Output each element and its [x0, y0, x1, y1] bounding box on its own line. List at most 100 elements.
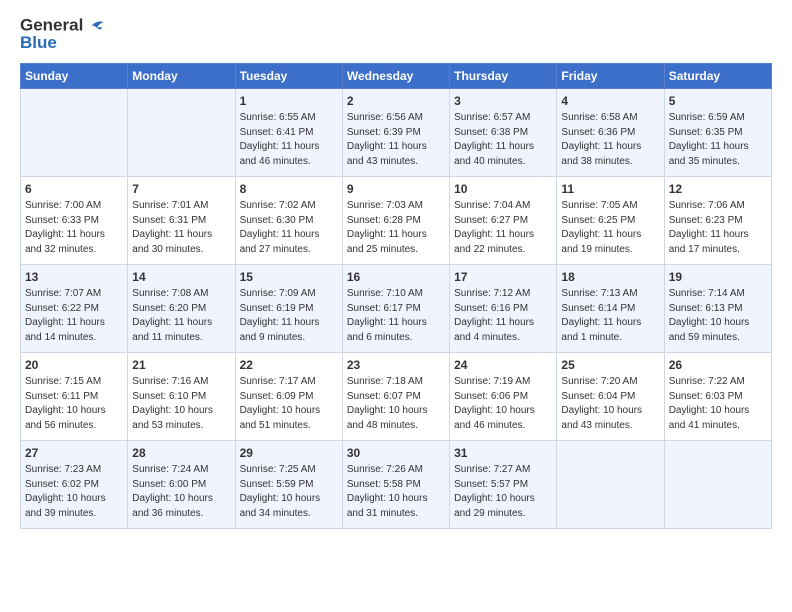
cell-info-line: Sunrise: 7:16 AM [132, 375, 230, 390]
day-number: 13 [25, 269, 123, 286]
day-number: 18 [561, 269, 659, 286]
cell-info-line: Sunset: 6:02 PM [25, 478, 123, 493]
cell-info-line: Daylight: 11 hours and 43 minutes. [347, 140, 445, 169]
calendar-cell: 30Sunrise: 7:26 AMSunset: 5:58 PMDayligh… [342, 440, 449, 528]
cell-info-line: Sunset: 6:30 PM [240, 214, 338, 229]
calendar-cell: 21Sunrise: 7:16 AMSunset: 6:10 PMDayligh… [128, 352, 235, 440]
calendar-cell: 26Sunrise: 7:22 AMSunset: 6:03 PMDayligh… [664, 352, 771, 440]
cell-info-line: Sunset: 6:17 PM [347, 302, 445, 317]
cell-info-line: Daylight: 10 hours and 53 minutes. [132, 404, 230, 433]
weekday-header-sunday: Sunday [21, 63, 128, 88]
cell-info-line: Daylight: 11 hours and 14 minutes. [25, 316, 123, 345]
cell-info-line: Sunset: 6:13 PM [669, 302, 767, 317]
day-number: 12 [669, 181, 767, 198]
calendar-cell: 7Sunrise: 7:01 AMSunset: 6:31 PMDaylight… [128, 176, 235, 264]
calendar-cell: 13Sunrise: 7:07 AMSunset: 6:22 PMDayligh… [21, 264, 128, 352]
day-number: 3 [454, 93, 552, 110]
cell-info-line: Daylight: 11 hours and 32 minutes. [25, 228, 123, 257]
day-number: 31 [454, 445, 552, 462]
calendar-cell: 9Sunrise: 7:03 AMSunset: 6:28 PMDaylight… [342, 176, 449, 264]
day-number: 10 [454, 181, 552, 198]
day-number: 24 [454, 357, 552, 374]
day-number: 26 [669, 357, 767, 374]
calendar-cell: 3Sunrise: 6:57 AMSunset: 6:38 PMDaylight… [450, 88, 557, 176]
weekday-header-monday: Monday [128, 63, 235, 88]
cell-info-line: Sunset: 6:41 PM [240, 126, 338, 141]
cell-info-line: Daylight: 11 hours and 40 minutes. [454, 140, 552, 169]
cell-info-line: Sunrise: 6:55 AM [240, 111, 338, 126]
header: General Blue [20, 16, 772, 53]
cell-info-line: Sunrise: 7:14 AM [669, 287, 767, 302]
cell-info-line: Sunrise: 7:23 AM [25, 463, 123, 478]
cell-info-line: Sunset: 6:00 PM [132, 478, 230, 493]
day-number: 6 [25, 181, 123, 198]
cell-info-line: Daylight: 10 hours and 48 minutes. [347, 404, 445, 433]
day-number: 2 [347, 93, 445, 110]
cell-info-line: Daylight: 11 hours and 11 minutes. [132, 316, 230, 345]
day-number: 29 [240, 445, 338, 462]
cell-info-line: Sunrise: 7:25 AM [240, 463, 338, 478]
calendar-cell: 6Sunrise: 7:00 AMSunset: 6:33 PMDaylight… [21, 176, 128, 264]
cell-info-line: Sunset: 6:06 PM [454, 390, 552, 405]
day-number: 20 [25, 357, 123, 374]
cell-info-line: Sunset: 6:07 PM [347, 390, 445, 405]
weekday-header-saturday: Saturday [664, 63, 771, 88]
cell-info-line: Sunset: 5:59 PM [240, 478, 338, 493]
cell-info-line: Sunrise: 7:02 AM [240, 199, 338, 214]
cell-info-line: Daylight: 11 hours and 27 minutes. [240, 228, 338, 257]
cell-info-line: Daylight: 11 hours and 35 minutes. [669, 140, 767, 169]
day-number: 27 [25, 445, 123, 462]
calendar-cell [664, 440, 771, 528]
calendar-week-1: 1Sunrise: 6:55 AMSunset: 6:41 PM Daylight… [21, 88, 772, 176]
calendar-cell: 31Sunrise: 7:27 AMSunset: 5:57 PMDayligh… [450, 440, 557, 528]
cell-info-line: Daylight: 11 hours and 30 minutes. [132, 228, 230, 257]
calendar-cell [128, 88, 235, 176]
calendar-header: SundayMondayTuesdayWednesdayThursdayFrid… [21, 63, 772, 88]
calendar-cell: 8Sunrise: 7:02 AMSunset: 6:30 PMDaylight… [235, 176, 342, 264]
cell-info-line: Sunset: 6:10 PM [132, 390, 230, 405]
calendar-cell: 19Sunrise: 7:14 AMSunset: 6:13 PMDayligh… [664, 264, 771, 352]
cell-info-line: Sunset: 6:20 PM [132, 302, 230, 317]
cell-info-line: Sunrise: 7:04 AM [454, 199, 552, 214]
cell-info-line: Sunrise: 7:18 AM [347, 375, 445, 390]
cell-info-line: Sunset: 6:35 PM [669, 126, 767, 141]
day-number: 22 [240, 357, 338, 374]
cell-info-line: Sunrise: 7:07 AM [25, 287, 123, 302]
day-number: 5 [669, 93, 767, 110]
cell-info-line: Sunrise: 7:15 AM [25, 375, 123, 390]
weekday-header-thursday: Thursday [450, 63, 557, 88]
cell-info-line: Sunset: 6:22 PM [25, 302, 123, 317]
cell-info-line: Sunrise: 7:10 AM [347, 287, 445, 302]
cell-info-line: Daylight: 10 hours and 43 minutes. [561, 404, 659, 433]
day-number: 1 [240, 93, 338, 110]
cell-info-line: Daylight: 10 hours and 29 minutes. [454, 492, 552, 521]
day-number: 11 [561, 181, 659, 198]
cell-info-line: Sunrise: 7:08 AM [132, 287, 230, 302]
day-number: 23 [347, 357, 445, 374]
cell-info-line: Sunrise: 7:06 AM [669, 199, 767, 214]
cell-info-line: Sunset: 5:58 PM [347, 478, 445, 493]
cell-info-line: Sunrise: 7:24 AM [132, 463, 230, 478]
calendar-cell: 22Sunrise: 7:17 AMSunset: 6:09 PMDayligh… [235, 352, 342, 440]
cell-info-line: Sunrise: 7:27 AM [454, 463, 552, 478]
calendar-week-5: 27Sunrise: 7:23 AMSunset: 6:02 PM Dayligh… [21, 440, 772, 528]
calendar-cell: 20Sunrise: 7:15 AMSunset: 6:11 PMDayligh… [21, 352, 128, 440]
day-number: 8 [240, 181, 338, 198]
weekday-header-friday: Friday [557, 63, 664, 88]
cell-info-line: Sunset: 6:28 PM [347, 214, 445, 229]
weekday-header-tuesday: Tuesday [235, 63, 342, 88]
calendar-cell: 24Sunrise: 7:19 AMSunset: 6:06 PMDayligh… [450, 352, 557, 440]
cell-info-line: Sunset: 6:36 PM [561, 126, 659, 141]
cell-info-line: Sunset: 6:19 PM [240, 302, 338, 317]
cell-info-line: Sunset: 6:33 PM [25, 214, 123, 229]
calendar-cell: 12Sunrise: 7:06 AMSunset: 6:23 PMDayligh… [664, 176, 771, 264]
day-number: 19 [669, 269, 767, 286]
cell-info-line: Daylight: 10 hours and 36 minutes. [132, 492, 230, 521]
calendar-cell: 16Sunrise: 7:10 AMSunset: 6:17 PMDayligh… [342, 264, 449, 352]
logo-blue-text: Blue [20, 34, 105, 53]
calendar-cell: 27Sunrise: 7:23 AMSunset: 6:02 PMDayligh… [21, 440, 128, 528]
cell-info-line: Sunset: 6:09 PM [240, 390, 338, 405]
cell-info-line: Sunset: 6:03 PM [669, 390, 767, 405]
cell-info-line: Sunrise: 7:13 AM [561, 287, 659, 302]
cell-info-line: Daylight: 10 hours and 56 minutes. [25, 404, 123, 433]
